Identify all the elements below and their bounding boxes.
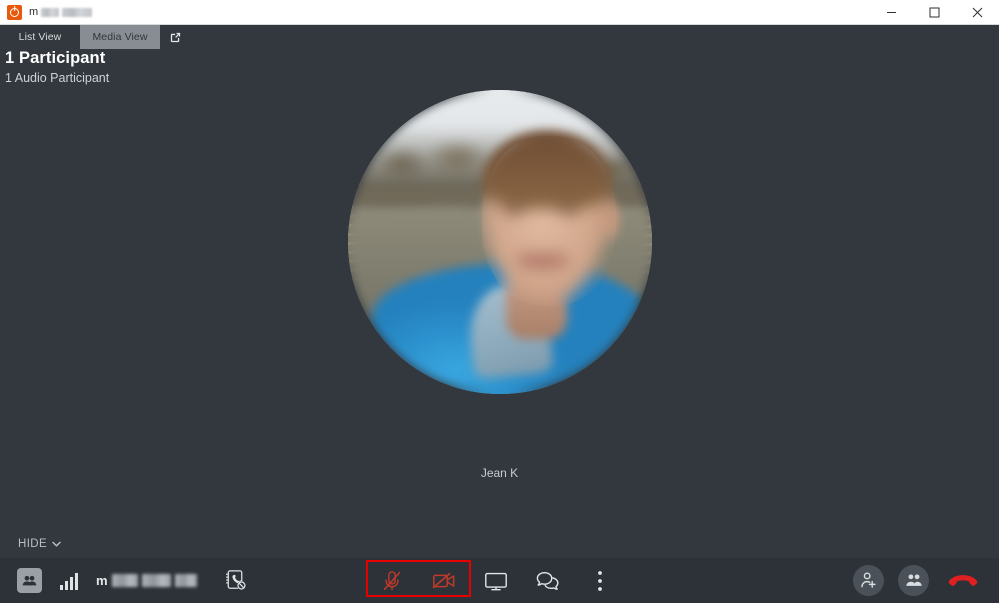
- chevron-down-icon: [52, 541, 62, 547]
- participant-name-label: Jean K: [480, 466, 519, 480]
- window-controls: [870, 0, 999, 24]
- camera-off-icon[interactable]: [418, 558, 470, 603]
- tab-media-view[interactable]: Media View: [80, 25, 160, 49]
- hang-up-icon[interactable]: [943, 565, 983, 596]
- maximize-button[interactable]: [913, 0, 956, 24]
- hide-toggle[interactable]: HIDE: [18, 538, 62, 550]
- group-participants-icon[interactable]: [17, 568, 42, 593]
- window-title-text: m: [29, 6, 39, 18]
- microphone-off-icon[interactable]: [366, 558, 418, 603]
- title-bar-left: m: [0, 4, 870, 20]
- person-add-icon[interactable]: [853, 565, 884, 596]
- secondary-call-controls: [853, 558, 983, 603]
- meeting-id-redaction: [141, 574, 171, 587]
- app-icon: [7, 4, 22, 20]
- window-title-redaction: [41, 7, 60, 17]
- pop-out-icon[interactable]: [160, 25, 190, 49]
- primary-call-controls: [366, 558, 626, 603]
- hide-toggle-label: HIDE: [18, 538, 48, 550]
- title-bar: m: [0, 0, 999, 25]
- tab-list-view[interactable]: List View: [0, 25, 80, 49]
- view-tabs: List View Media View: [0, 25, 999, 49]
- call-info-group: m: [0, 568, 248, 593]
- participant-photo: [348, 90, 652, 394]
- minimize-button[interactable]: [870, 0, 913, 24]
- window-title: m: [29, 6, 93, 18]
- meeting-id-label: m: [96, 573, 197, 588]
- meeting-window: m List View Media View 1 Participant 1 A…: [0, 0, 999, 603]
- meeting-id-redaction: [111, 574, 138, 587]
- meeting-id-redaction: [174, 574, 197, 587]
- contact-card-no-call-icon[interactable]: [223, 568, 248, 593]
- signal-strength-icon: [60, 572, 78, 590]
- call-controls-bar: m: [0, 558, 999, 603]
- media-stage: Jean K: [0, 49, 999, 554]
- monitor-icon[interactable]: [470, 558, 522, 603]
- avatar: [348, 90, 652, 394]
- meeting-id-prefix: m: [96, 573, 108, 588]
- more-vertical-icon[interactable]: [574, 558, 626, 603]
- window-title-redaction: [62, 7, 93, 17]
- chat-bubbles-icon[interactable]: [522, 558, 574, 603]
- close-button[interactable]: [956, 0, 999, 24]
- people-icon[interactable]: [898, 565, 929, 596]
